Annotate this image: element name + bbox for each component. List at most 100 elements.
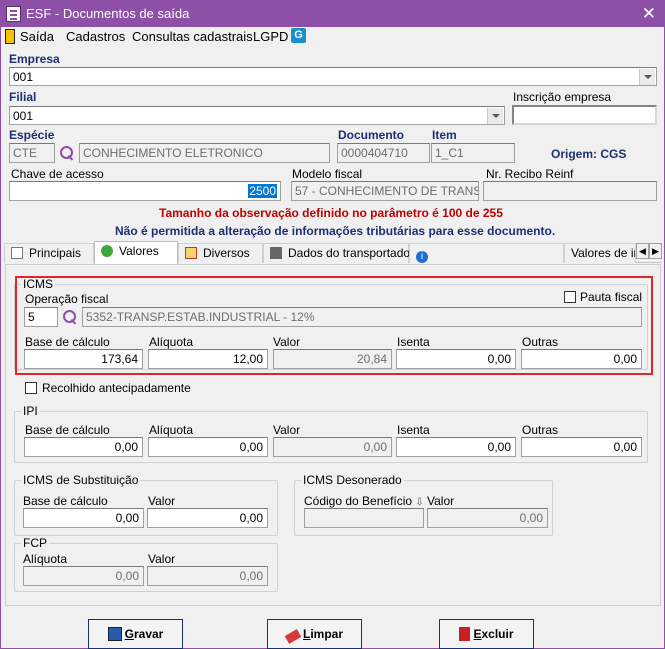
ipi-outras-field[interactable]: 0,00 bbox=[521, 437, 642, 457]
valores-panel: ICMS Operação fiscal 5 5352-TRANSP.ESTAB… bbox=[5, 264, 661, 606]
tab-principais[interactable]: Principais bbox=[4, 243, 94, 263]
tab-label: Dados do transportador bbox=[288, 246, 415, 260]
origem-label: Origem: CGS bbox=[551, 147, 627, 161]
item-field: 1_C1 bbox=[431, 143, 515, 163]
g-logo-icon[interactable]: G bbox=[291, 28, 306, 43]
document-icon bbox=[11, 247, 23, 259]
money-bag-icon bbox=[101, 245, 113, 257]
chave-acesso-field[interactable]: 2500 bbox=[9, 181, 281, 201]
info-icon: i bbox=[416, 251, 428, 263]
trash-icon bbox=[459, 627, 471, 641]
icms-st-base-label: Base de cálculo bbox=[23, 494, 108, 508]
icms-valor-field: 20,84 bbox=[273, 349, 392, 369]
tab-scroll-right-icon[interactable]: ▶ bbox=[649, 243, 662, 259]
chave-value: 2500 bbox=[248, 184, 277, 198]
ipi-valor-field: 0,00 bbox=[273, 437, 392, 457]
filial-combo[interactable]: 001 bbox=[9, 106, 505, 125]
ipi-isenta-field[interactable]: 0,00 bbox=[396, 437, 516, 457]
tab-valores-ir[interactable]: Valores de ir bbox=[564, 243, 636, 263]
search-icon[interactable] bbox=[59, 145, 75, 161]
operacao-code-field[interactable]: 5 bbox=[24, 307, 58, 327]
icms-st-base-field[interactable]: 0,00 bbox=[23, 508, 144, 528]
ipi-isenta-label: Isenta bbox=[397, 423, 430, 437]
icms-st-valor-label: Valor bbox=[148, 494, 176, 508]
menu-cadastros[interactable]: Cadastros bbox=[66, 29, 125, 44]
icms-outras-field[interactable]: 0,00 bbox=[521, 349, 642, 369]
icms-desonerado-valor-label: Valor bbox=[427, 494, 455, 508]
documento-label: Documento bbox=[338, 128, 404, 142]
inscricao-field[interactable] bbox=[512, 105, 657, 125]
tax-lock-warning: Não é permitida a alteração de informaçõ… bbox=[115, 224, 556, 238]
empresa-label: Empresa bbox=[9, 52, 60, 66]
pauta-fiscal-checkbox[interactable] bbox=[564, 291, 576, 303]
tab-info[interactable]: i bbox=[409, 243, 564, 263]
fcp-title: FCP bbox=[21, 536, 49, 550]
icms-base-label: Base de cálculo bbox=[25, 335, 110, 349]
codigo-beneficio-field bbox=[304, 508, 424, 528]
recolhido-label: Recolhido antecipadamente bbox=[42, 381, 191, 395]
tab-label: Principais bbox=[29, 246, 82, 260]
icms-isenta-field[interactable]: 0,00 bbox=[396, 349, 516, 369]
fcp-aliquota-label: Alíquota bbox=[23, 552, 68, 566]
gravar-label: ravar bbox=[133, 627, 164, 641]
operacao-desc-field: 5352-TRANSP.ESTAB.INDUSTRIAL - 12% bbox=[82, 307, 642, 327]
exit-door-icon[interactable] bbox=[5, 29, 15, 44]
ipi-title: IPI bbox=[21, 404, 40, 418]
gravar-button[interactable]: Gravar bbox=[88, 619, 183, 649]
excluir-accel: E bbox=[473, 627, 482, 641]
limpar-label: impar bbox=[310, 627, 344, 641]
menu-saida[interactable]: Saída bbox=[20, 29, 54, 44]
tab-label: Valores bbox=[119, 244, 159, 258]
chevron-down-icon[interactable] bbox=[487, 108, 503, 124]
fcp-valor-field: 0,00 bbox=[147, 566, 268, 586]
icms-desonerado-valor-field: 0,00 bbox=[427, 508, 548, 528]
chave-label: Chave de acesso bbox=[11, 167, 104, 181]
tab-label: Diversos bbox=[203, 246, 250, 260]
icms-aliquota-field[interactable]: 12,00 bbox=[148, 349, 268, 369]
chevron-down-icon[interactable] bbox=[639, 69, 655, 85]
modelo-fiscal-field: 57 - CONHECIMENTO DE TRANSPOR bbox=[291, 181, 479, 201]
excluir-button[interactable]: Excluir bbox=[439, 619, 534, 649]
app-icon bbox=[6, 6, 21, 22]
ipi-base-field[interactable]: 0,00 bbox=[24, 437, 143, 457]
truck-icon bbox=[270, 247, 282, 259]
empresa-value: 001 bbox=[13, 70, 34, 84]
tab-strip: Principais Valores Diversos Dados do tra… bbox=[4, 241, 662, 264]
tab-diversos[interactable]: Diversos bbox=[178, 243, 263, 263]
tab-scroll-left-icon[interactable]: ◀ bbox=[636, 243, 649, 259]
menu-consultas-cadastrais[interactable]: Consultas cadastrais bbox=[132, 29, 253, 44]
empresa-combo[interactable]: 001 bbox=[9, 67, 657, 86]
tab-label: Valores de ir bbox=[571, 246, 636, 260]
menu-lgpd[interactable]: LGPD bbox=[253, 29, 288, 44]
especie-label: Espécie bbox=[9, 128, 55, 142]
fcp-valor-label: Valor bbox=[148, 552, 176, 566]
search-icon[interactable] bbox=[62, 309, 78, 325]
tab-dados-transportador[interactable]: Dados do transportador bbox=[263, 243, 414, 263]
icms-desonerado-title: ICMS Desonerado bbox=[301, 473, 404, 487]
especie-code-field[interactable]: CTE bbox=[9, 143, 55, 163]
recolhido-checkbox[interactable] bbox=[25, 382, 37, 394]
eraser-icon bbox=[284, 629, 302, 644]
codigo-beneficio-label: Código do Benefício ⇩ bbox=[304, 494, 424, 508]
calendar-icon bbox=[185, 247, 197, 259]
especie-desc-field: CONHECIMENTO ELETRONICO bbox=[79, 143, 330, 163]
limpar-button[interactable]: Limpar bbox=[267, 619, 362, 649]
main-window: ESF - Documentos de saída ✕ Saída Cadast… bbox=[0, 0, 665, 649]
save-disk-icon bbox=[107, 627, 122, 641]
ipi-aliquota-field[interactable]: 0,00 bbox=[148, 437, 268, 457]
close-icon[interactable]: ✕ bbox=[642, 4, 656, 24]
inscricao-label: Inscrição empresa bbox=[513, 90, 612, 104]
item-label: Item bbox=[432, 128, 457, 142]
icms-base-field[interactable]: 173,64 bbox=[24, 349, 143, 369]
icms-st-title: ICMS de Substituição bbox=[21, 473, 141, 487]
ipi-aliquota-label: Alíquota bbox=[149, 423, 194, 437]
icms-valor-label: Valor bbox=[273, 335, 301, 349]
icms-st-valor-field[interactable]: 0,00 bbox=[147, 508, 268, 528]
menu-bar: Saída Cadastros Consultas cadastrais LGP… bbox=[1, 27, 664, 47]
tab-valores[interactable]: Valores bbox=[94, 241, 178, 264]
ipi-valor-label: Valor bbox=[273, 423, 301, 437]
title-bar: ESF - Documentos de saída ✕ bbox=[1, 1, 664, 27]
filial-value: 001 bbox=[13, 109, 34, 123]
pauta-fiscal-label: Pauta fiscal bbox=[580, 290, 643, 304]
window-title: ESF - Documentos de saída bbox=[26, 6, 190, 21]
